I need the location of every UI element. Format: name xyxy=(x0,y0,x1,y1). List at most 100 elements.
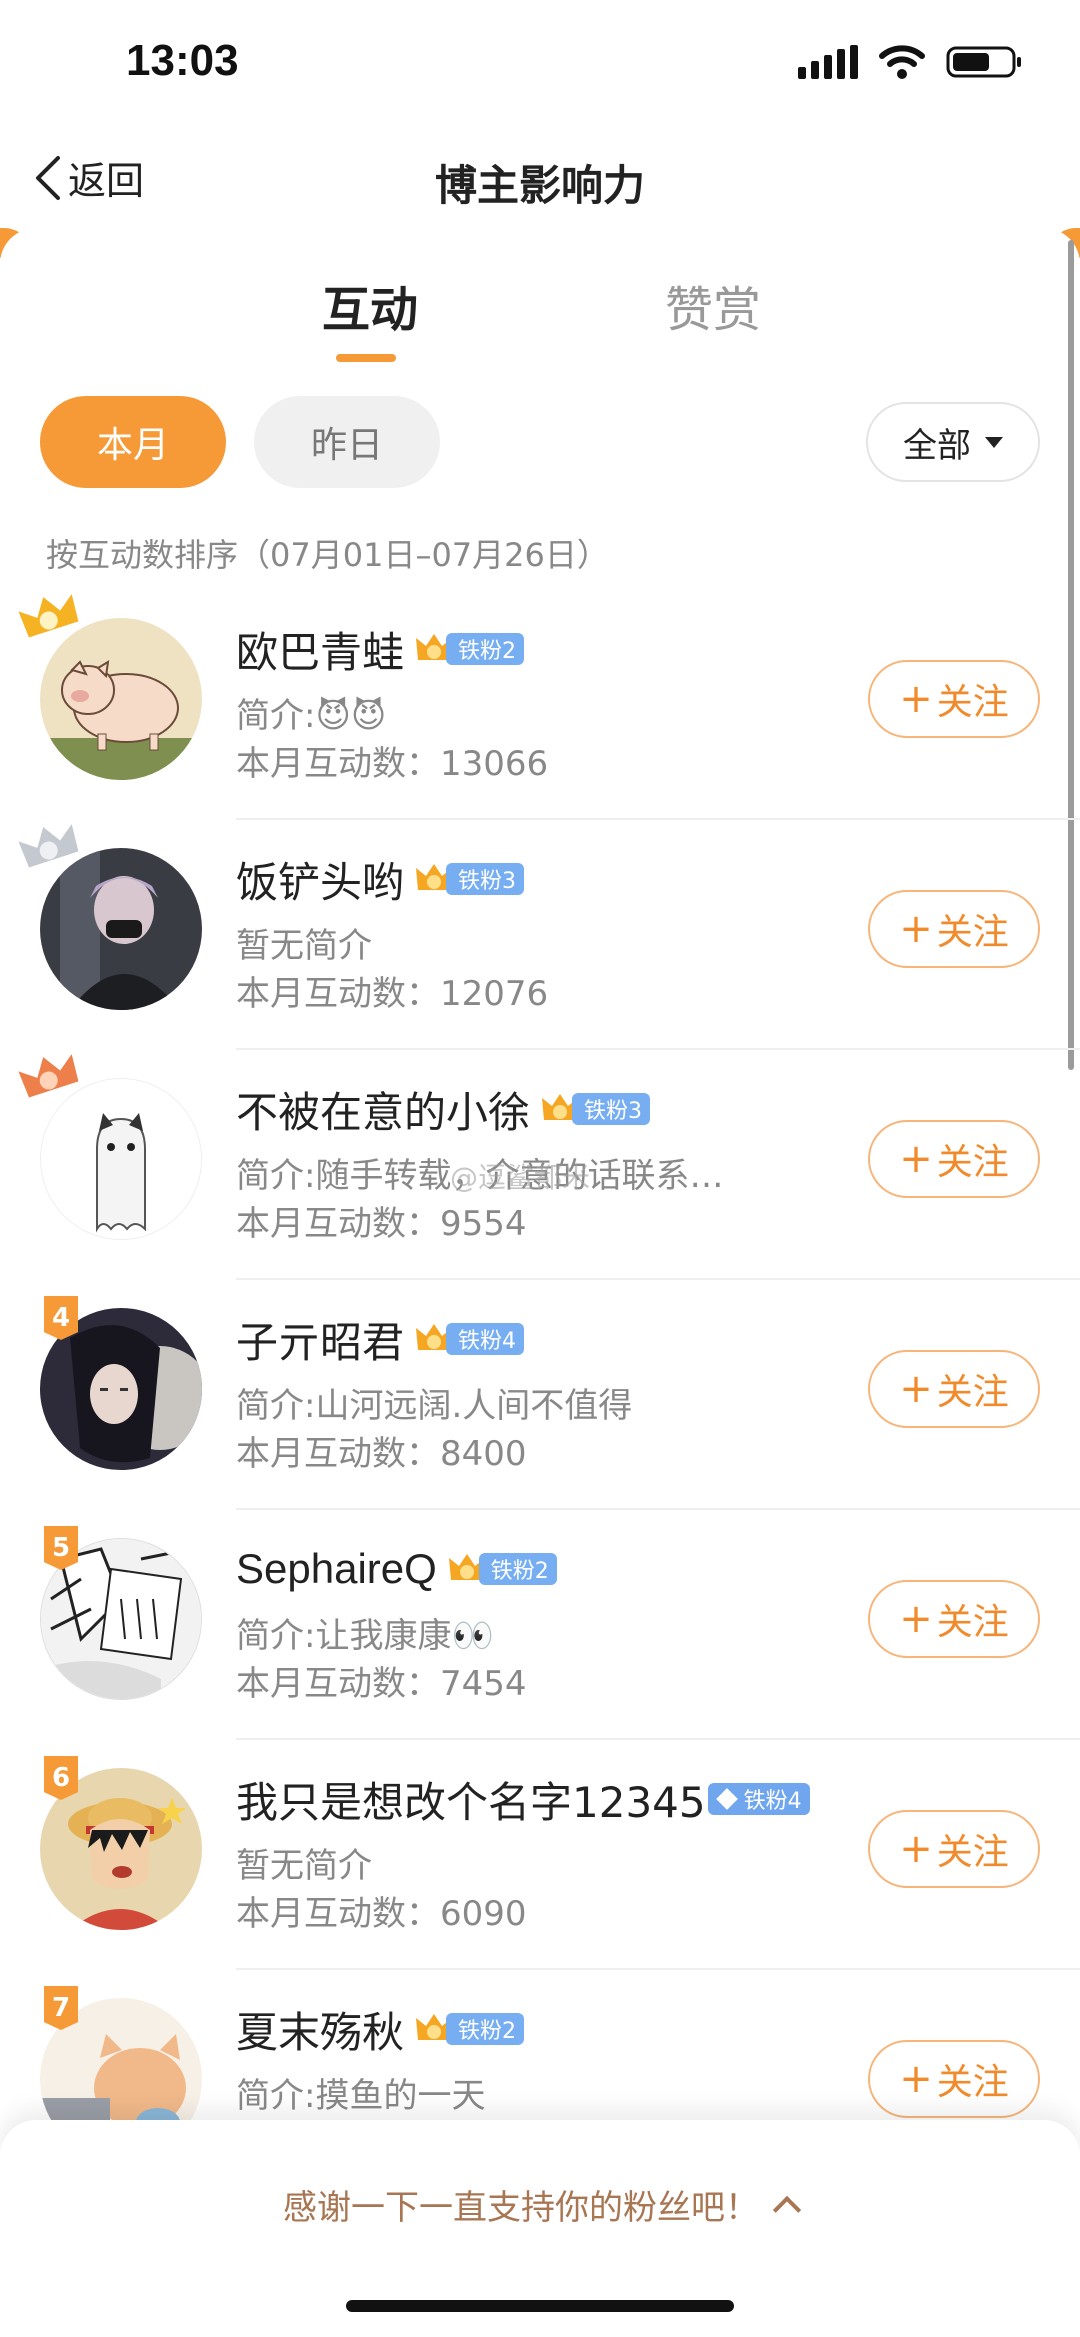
fan-level: 铁粉4 xyxy=(446,1323,525,1355)
tab-underline xyxy=(336,354,396,362)
follow-button[interactable]: + 关注 xyxy=(868,1120,1040,1198)
filter-this-month[interactable]: 本月 xyxy=(40,396,226,488)
item-info: SephaireQ 铁粉2 简介:让我康康👀 本月互动数：7454 xyxy=(236,1540,836,1704)
avatar-wrap: 6 xyxy=(40,1756,202,1930)
user-name[interactable]: 我只是想改个名字12345 xyxy=(236,1769,706,1830)
user-name[interactable]: 不被在意的小徐 xyxy=(236,1079,530,1140)
avatar-wrap: 4 xyxy=(40,1296,202,1470)
status-time: 13:03 xyxy=(126,36,239,85)
plus-icon: + xyxy=(899,1596,933,1642)
fan-badge: 铁粉4 xyxy=(707,1779,810,1819)
silver-crown-icon xyxy=(18,824,79,868)
avatar-wrap xyxy=(18,824,202,1010)
sort-note: 按互动数排序（07月01日–07月26日） xyxy=(46,536,609,574)
chevron-up-icon xyxy=(772,2195,802,2224)
user-bio: 简介:山河远阔.人间不值得 xyxy=(236,1386,633,1426)
fan-level: 铁粉3 xyxy=(572,1093,651,1125)
follow-label: 关注 xyxy=(936,1142,1009,1183)
list-item[interactable]: 4 子亓昭君 铁粉4 简介:山河远阔.人间不值得 本月互动数：8400 + 关注 xyxy=(0,1280,1080,1510)
avatar-wrap xyxy=(18,1054,202,1240)
item-info: 夏末殇秋 铁粉2 简介:摸鱼的一天 xyxy=(236,1999,836,2116)
list-item[interactable]: 5 SephaireQ 铁粉2 简介:让我康康👀 本月互动数：7454 + 关注 xyxy=(0,1510,1080,1740)
home-indicator[interactable] xyxy=(346,2300,734,2312)
dropdown-label: 全部 xyxy=(903,425,971,466)
item-info: 饭铲头哟 铁粉3 暂无简介 本月互动数：12076 xyxy=(236,849,836,1015)
item-info: 子亓昭君 铁粉4 简介:山河远阔.人间不值得 本月互动数：8400 xyxy=(236,1309,836,1475)
fan-level: 铁粉2 xyxy=(478,1553,557,1585)
page-title: 博主影响力 xyxy=(434,161,645,210)
filter-row: 本月 昨日 全部 xyxy=(0,396,1080,490)
user-name[interactable]: 饭铲头哟 xyxy=(236,849,404,910)
thanks-label: 感谢一下一直支持你的粉丝吧！ xyxy=(283,2188,759,2228)
filter-yesterday[interactable]: 昨日 xyxy=(254,396,440,488)
user-bio: 简介:摸鱼的一天 xyxy=(236,2076,486,2116)
plus-icon: + xyxy=(899,906,933,952)
bronze-crown-icon xyxy=(18,1054,79,1098)
fan-badge: 铁粉2 xyxy=(414,2009,525,2049)
user-bio: 暂无简介 xyxy=(236,1846,372,1886)
interaction-count: 本月互动数：8400 xyxy=(236,1434,527,1474)
fan-list: 欧巴青蛙 铁粉2 简介:😈😈 本月互动数：13066 + 关注 饭铲头哟 铁粉3… xyxy=(0,590,1080,2200)
user-bio: 暂无简介 xyxy=(236,926,372,966)
rank-badge: 6 xyxy=(44,1756,78,1800)
user-bio: 简介:让我康康👀 xyxy=(236,1616,494,1656)
tab-reward[interactable]: 赞赏 xyxy=(665,270,761,340)
gold-crown-icon xyxy=(18,594,79,638)
follow-button[interactable]: + 关注 xyxy=(868,2040,1040,2118)
interaction-count: 本月互动数：9554 xyxy=(236,1204,527,1244)
tab-bar: 互动 赞赏 xyxy=(0,270,1080,370)
watermark: @逗鲨都米 xyxy=(450,1161,591,1194)
follow-button[interactable]: + 关注 xyxy=(868,1350,1040,1428)
rank-badge: 4 xyxy=(44,1296,78,1340)
follow-label: 关注 xyxy=(936,682,1009,723)
follow-label: 关注 xyxy=(936,1832,1009,1873)
avatar-wrap: 5 xyxy=(40,1526,202,1700)
fan-level: 铁粉4 xyxy=(743,1789,802,1814)
status-icons xyxy=(798,44,1024,80)
wifi-icon xyxy=(879,45,925,79)
follow-label: 关注 xyxy=(936,1372,1009,1413)
fan-badge: 铁粉4 xyxy=(414,1319,525,1359)
signal-icon xyxy=(798,45,858,79)
fan-badge: 铁粉3 xyxy=(414,859,525,899)
fan-badge: 铁粉3 xyxy=(540,1089,651,1129)
list-item[interactable]: 饭铲头哟 铁粉3 暂无简介 本月互动数：12076 + 关注 xyxy=(0,820,1080,1050)
list-item[interactable]: 欧巴青蛙 铁粉2 简介:😈😈 本月互动数：13066 + 关注 xyxy=(0,590,1080,820)
tab-interaction[interactable]: 互动 xyxy=(322,270,418,340)
thank-fans-button[interactable]: 感谢一下一直支持你的粉丝吧！ xyxy=(0,2180,1080,2229)
user-name[interactable]: 子亓昭君 xyxy=(236,1309,404,1370)
interaction-count: 本月互动数：7454 xyxy=(236,1664,527,1704)
follow-button[interactable]: + 关注 xyxy=(868,660,1040,738)
item-info: 欧巴青蛙 铁粉2 简介:😈😈 本月互动数：13066 xyxy=(236,619,836,785)
plus-icon: + xyxy=(899,2056,933,2102)
interaction-count: 本月互动数：13066 xyxy=(236,744,549,784)
diamond-icon xyxy=(715,1788,738,1810)
follow-button[interactable]: + 关注 xyxy=(868,890,1040,968)
interaction-count: 本月互动数：6090 xyxy=(236,1894,527,1934)
list-item[interactable]: 6 我只是想改个名字12345 铁粉4 暂无简介 本月互动数：6090 + 关注 xyxy=(0,1740,1080,1970)
fan-level: 铁粉3 xyxy=(446,863,525,895)
caret-down-icon xyxy=(985,436,1003,448)
follow-button[interactable]: + 关注 xyxy=(868,1810,1040,1888)
interaction-count: 本月互动数：12076 xyxy=(236,974,549,1014)
follow-label: 关注 xyxy=(936,912,1009,953)
scope-dropdown[interactable]: 全部 xyxy=(866,402,1040,482)
plus-icon: + xyxy=(899,1366,933,1412)
fan-level-badge: 铁粉4 xyxy=(707,1783,810,1815)
battery-icon xyxy=(946,46,1021,78)
plus-icon: + xyxy=(899,1136,933,1182)
user-name[interactable]: SephaireQ xyxy=(236,1545,437,1593)
avatar-wrap xyxy=(18,594,202,780)
fan-level: 铁粉2 xyxy=(446,633,525,665)
fan-badge: 铁粉2 xyxy=(414,629,525,669)
status-bar: 13:03 xyxy=(0,0,1080,130)
item-info: 我只是想改个名字12345 铁粉4 暂无简介 本月互动数：6090 xyxy=(236,1769,836,1934)
user-bio: 简介:😈😈 xyxy=(236,696,387,736)
follow-label: 关注 xyxy=(936,2062,1009,2103)
user-name[interactable]: 欧巴青蛙 xyxy=(236,619,404,680)
follow-button[interactable]: + 关注 xyxy=(868,1580,1040,1658)
fan-level: 铁粉2 xyxy=(446,2013,525,2045)
rank-badge: 7 xyxy=(44,1986,78,2030)
user-name[interactable]: 夏末殇秋 xyxy=(236,1999,404,2060)
plus-icon: + xyxy=(899,1826,933,1872)
